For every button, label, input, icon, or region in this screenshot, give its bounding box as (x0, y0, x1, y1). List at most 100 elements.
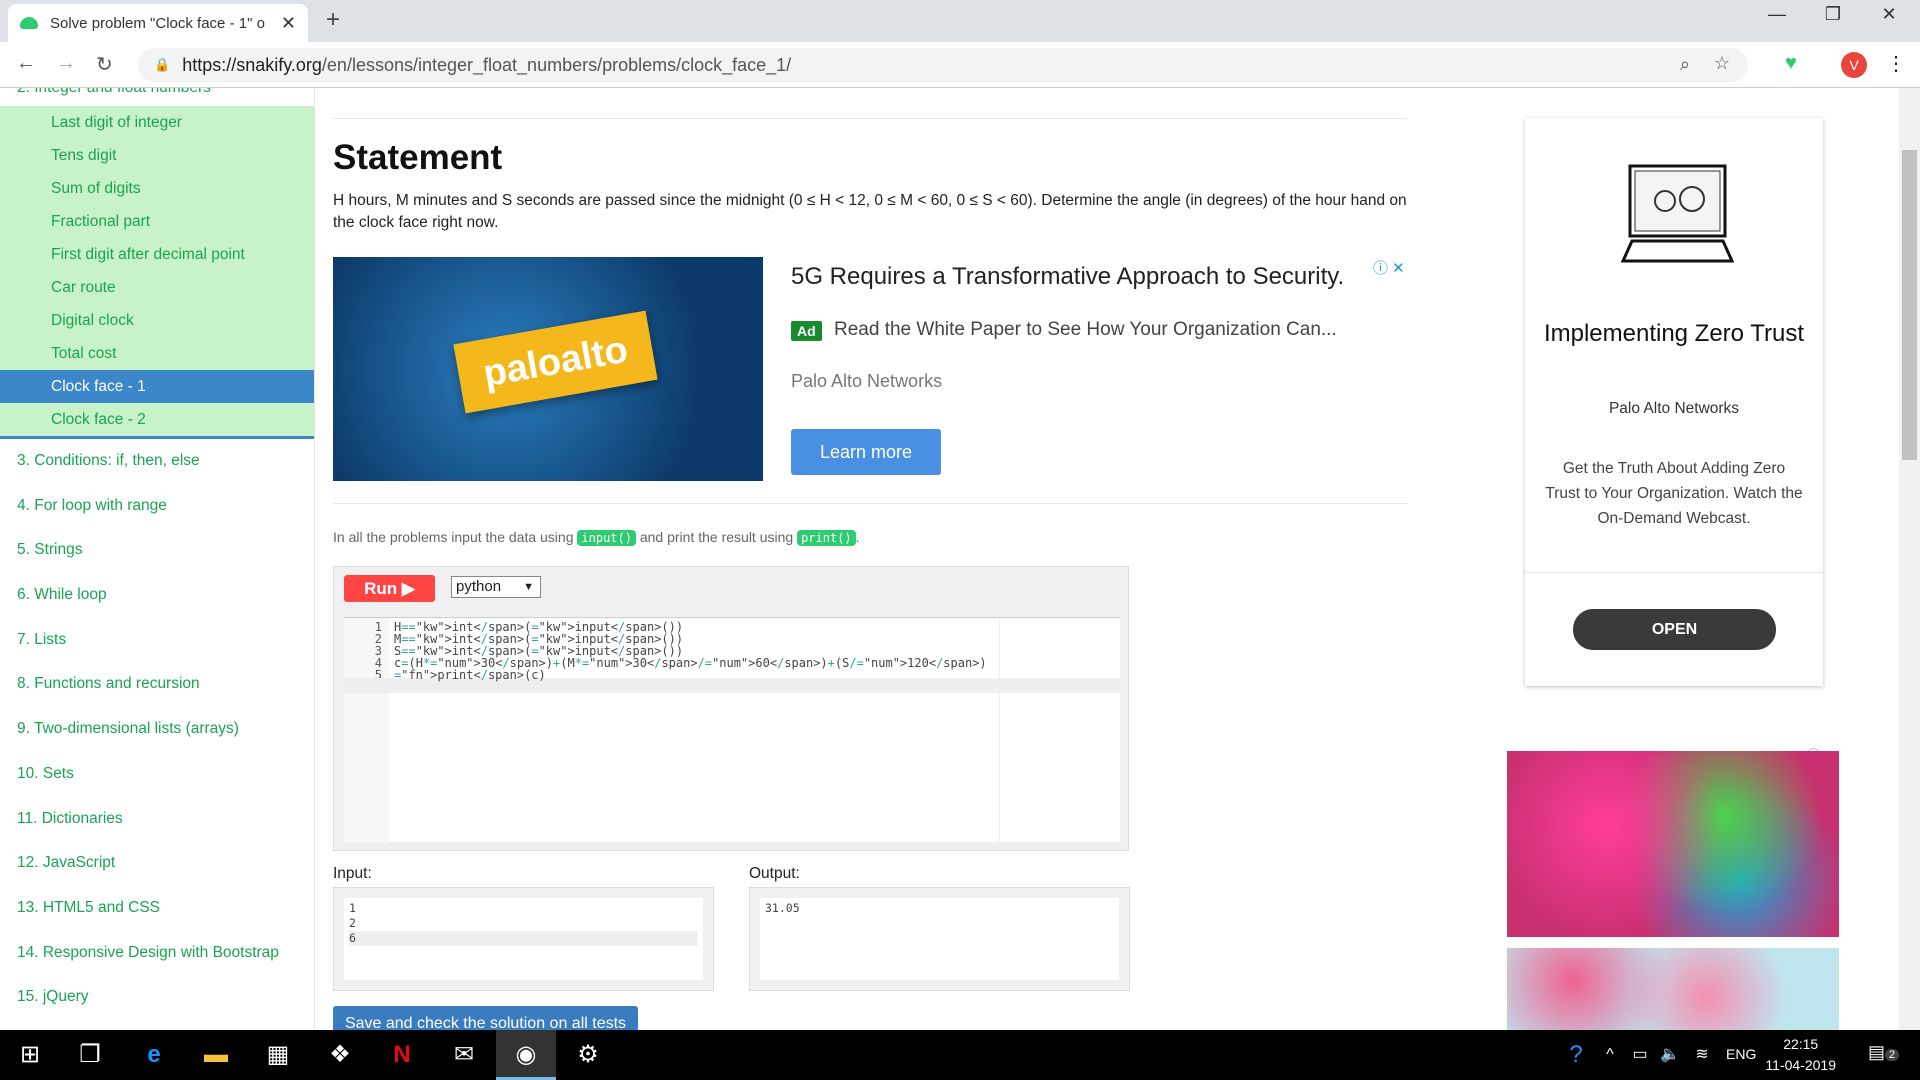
tab-title: Solve problem "Clock face - 1" o (50, 14, 265, 32)
sidebar-section[interactable]: 12. JavaScript (0, 841, 314, 886)
restore-button[interactable]: ❐ (1810, 4, 1856, 25)
ad-card-title[interactable]: Implementing Zero Trust (1525, 318, 1823, 350)
input-line[interactable]: 2 (349, 916, 698, 931)
sidebar-section[interactable]: 14. Responsive Design with Bootstrap (0, 931, 314, 976)
ad-card-description: Get the Truth About Adding Zero Trust to… (1545, 460, 1803, 527)
language-indicator[interactable]: ENG (1726, 1046, 1756, 1062)
sidebar-subitem[interactable]: Clock face - 1 (0, 370, 314, 403)
sidebar-section[interactable]: 15. jQuery (0, 975, 314, 1020)
url-host: https://snakify.org (182, 54, 322, 75)
right-ad-card[interactable]: Implementing Zero Trust Palo Alto Networ… (1525, 118, 1823, 686)
zoom-icon[interactable]: ⌕ (1680, 54, 1690, 75)
ad-image[interactable]: paloalto (333, 257, 763, 481)
back-icon[interactable]: ← (16, 52, 36, 75)
browser-tab[interactable]: Solve problem "Clock face - 1" o ✕ (8, 4, 308, 42)
run-button[interactable]: Run ▶ (344, 575, 435, 602)
code-line[interactable]: ="fn">print</span>(c) (394, 668, 546, 682)
sidebar-subitem[interactable]: Clock face - 2 (0, 403, 314, 436)
code-editor[interactable]: 12345 H=="kw">int</span>(="kw">input</sp… (344, 617, 1120, 843)
notification-count: 2 (1885, 1049, 1900, 1061)
ad-badge: Ad (791, 321, 822, 341)
chrome-icon[interactable]: ◉ (496, 1030, 556, 1080)
menu-icon[interactable]: ⋮ (1886, 51, 1906, 76)
ad-banner[interactable]: paloalto 5G Requires a Transformative Ap… (333, 257, 1407, 481)
minimize-button[interactable]: — (1754, 4, 1800, 25)
url-bar[interactable]: 🔒 https://snakify.org/en/lessons/integer_… (138, 48, 1748, 82)
input-line[interactable]: 1 (349, 901, 698, 916)
sidebar-subitem[interactable]: Tens digit (0, 139, 314, 172)
clock[interactable]: 22:15 11-04-2019 (1765, 1034, 1836, 1076)
input-textarea[interactable]: 126 (344, 898, 703, 980)
sidebar-subitem[interactable]: Fractional part (0, 205, 314, 238)
sidebar-section[interactable]: 5. Strings (0, 528, 314, 573)
mail-icon[interactable]: ✉ (434, 1030, 494, 1080)
taskbar: ⊞ ❐ e ▬ ▦ ❖ N ✉ ◉ ⚙ ? ^ ▭ 🔈 ≋ ENG 22:15 1… (0, 1030, 1920, 1080)
input-label: Input: (333, 865, 372, 882)
sidebar-section-partial[interactable]: 2. Integer and float numbers (0, 88, 314, 106)
settings-icon[interactable]: ⚙ (558, 1030, 618, 1080)
sidebar-section[interactable]: 3. Conditions: if, then, else (0, 439, 314, 484)
sidebar: 2. Integer and float numbers Last digit … (0, 88, 315, 1030)
sidebar-subitem[interactable]: Car route (0, 271, 314, 304)
tab-bar: Solve problem "Clock face - 1" o ✕ + — ❐ … (0, 0, 1920, 42)
input-box[interactable]: 126 (333, 887, 714, 991)
date: 11-04-2019 (1765, 1057, 1836, 1073)
forward-icon[interactable]: → (56, 52, 76, 75)
learn-more-button[interactable]: Learn more (791, 429, 941, 475)
sidebar-section[interactable]: 10. Sets (0, 752, 314, 797)
computer-illustration-icon (1620, 164, 1735, 263)
output-value: 31.05 (760, 898, 1119, 980)
language-select[interactable]: python ▼ (451, 576, 541, 598)
dropbox-icon[interactable]: ❖ (310, 1030, 370, 1080)
scrollbar-thumb[interactable] (1902, 150, 1917, 460)
ad-card-company: Palo Alto Networks (1608, 400, 1740, 417)
bookmark-star-icon[interactable]: ☆ (1714, 53, 1730, 74)
ad-info-close-icon[interactable]: ⓘ ✕ (1373, 257, 1405, 278)
sidebar-section[interactable]: 4. For loop with range (0, 484, 314, 529)
sidebar-section[interactable]: 13. HTML5 and CSS (0, 886, 314, 931)
sidebar-subitem[interactable]: Sum of digits (0, 172, 314, 205)
ad-image-ink[interactable] (1507, 751, 1839, 937)
file-explorer-icon[interactable]: ▬ (186, 1030, 246, 1080)
instr-text: . (855, 529, 860, 545)
new-tab-button[interactable]: + (326, 6, 340, 34)
sidebar-section[interactable]: 11. Dictionaries (0, 797, 314, 842)
sidebar-section[interactable]: 7. Lists (0, 618, 314, 663)
windows-start-icon[interactable]: ⊞ (0, 1030, 60, 1080)
page-scrollbar[interactable] (1899, 88, 1920, 1030)
sidebar-section[interactable]: 8. Functions and recursion (0, 662, 314, 707)
profile-avatar[interactable]: V (1841, 52, 1867, 78)
instr-text: In all the problems input the data using (333, 529, 574, 545)
open-button[interactable]: OPEN (1573, 609, 1776, 650)
problem-statement: H hours, M minutes and S seconds are pas… (333, 192, 1407, 231)
extension-icon[interactable]: ♥ (1785, 52, 1797, 75)
ad-image-flowers[interactable] (1507, 948, 1839, 1030)
wifi-icon[interactable]: ≋ (1672, 1030, 1732, 1080)
ad-text[interactable]: Read the White Paper to See How Your Org… (834, 319, 1337, 341)
code-print: print() (797, 530, 856, 546)
edge-icon[interactable]: e (124, 1030, 184, 1080)
task-view-icon[interactable]: ❐ (60, 1030, 120, 1080)
sidebar-subitem[interactable]: Total cost (0, 337, 314, 370)
ad-headline[interactable]: 5G Requires a Transformative Approach to… (791, 263, 1344, 291)
netflix-icon[interactable]: N (372, 1030, 432, 1080)
divider (333, 118, 1407, 119)
instructions: In all the problems input the data using… (333, 529, 860, 546)
notifications-icon[interactable]: ▤ 2 (1868, 1042, 1900, 1063)
close-tab-icon[interactable]: ✕ (281, 13, 296, 34)
sidebar-section[interactable]: 9. Two-dimensional lists (arrays) (0, 707, 314, 752)
sidebar-subitem[interactable]: First digit after decimal point (0, 238, 314, 271)
sidebar-section[interactable]: 6. While loop (0, 573, 314, 618)
input-line[interactable]: 6 (349, 931, 698, 946)
lock-icon: 🔒 (154, 57, 171, 72)
store-icon[interactable]: ▦ (248, 1030, 308, 1080)
instr-text: and print the result using (639, 529, 794, 545)
url-path: /en/lessons/integer_float_numbers/proble… (321, 54, 792, 75)
code-input: input() (577, 530, 636, 546)
sidebar-subitem[interactable]: Digital clock (0, 304, 314, 337)
reload-icon[interactable]: ↻ (96, 52, 113, 77)
sidebar-subitem[interactable]: Last digit of integer (0, 106, 314, 139)
close-window-button[interactable]: ✕ (1866, 4, 1912, 25)
snakify-favicon-icon (20, 17, 38, 29)
divider (333, 503, 1407, 504)
